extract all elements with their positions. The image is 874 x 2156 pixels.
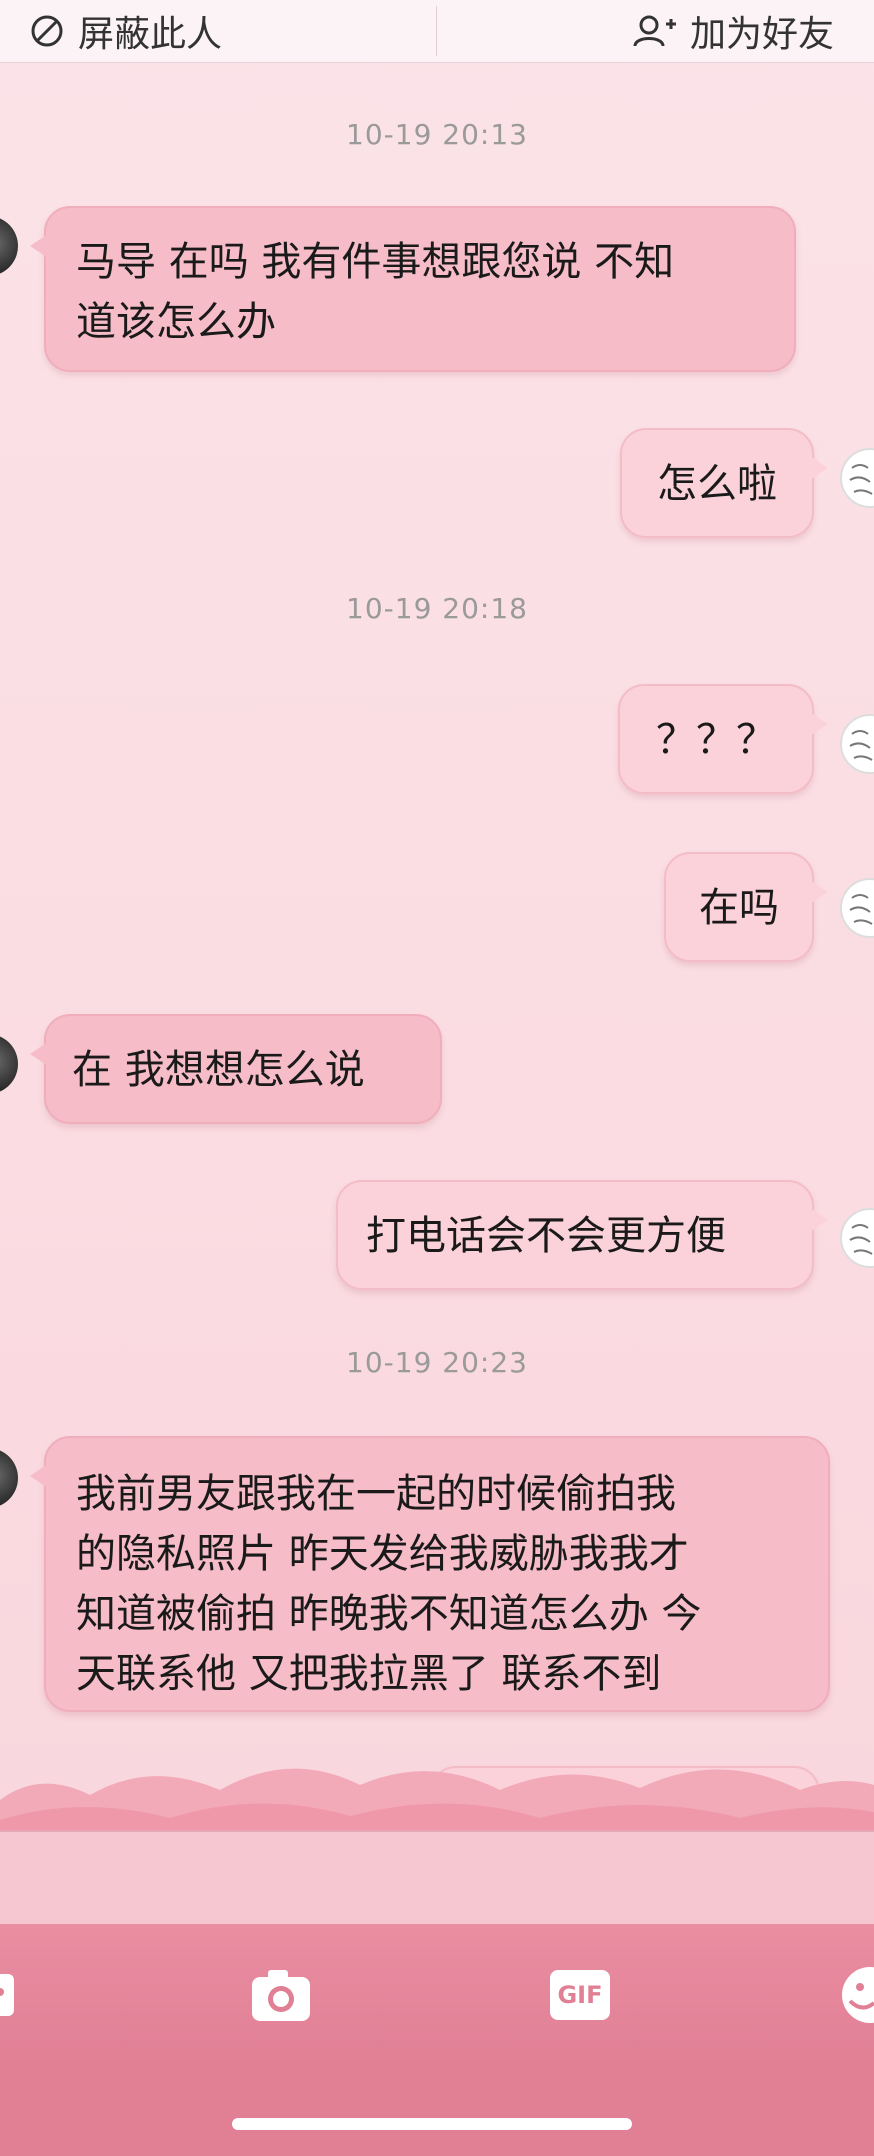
- camera-icon: [252, 1970, 310, 2021]
- add-friend-icon: [633, 15, 676, 47]
- input-toolbar: GIF: [0, 1924, 874, 2064]
- message-bubble-sent[interactable]: 打电话会不会更方便: [336, 1180, 828, 1290]
- my-avatar[interactable]: [840, 714, 874, 774]
- smiley-button[interactable]: [840, 1966, 874, 2024]
- message-text: 打电话会不会更方便: [366, 1213, 726, 1259]
- message-text: 在吗: [699, 885, 779, 931]
- message-text: ？？？: [656, 717, 776, 763]
- timestamp: 10-19 20:13: [346, 118, 528, 151]
- add-friend-label: 加为好友: [689, 14, 834, 55]
- gif-label: GIF: [557, 1981, 603, 2009]
- timestamp: 10-19 20:18: [346, 592, 528, 625]
- top-bar-divider: [436, 6, 437, 56]
- message-text: 怎么啦: [657, 461, 777, 507]
- message-text: 我前男友跟我在一起的时候偷拍我 的隐私照片 昨天发给我威胁我我才 知道被偷拍 昨…: [76, 1471, 702, 1697]
- my-avatar[interactable]: [840, 1208, 874, 1268]
- bottom-safe-area: [0, 2064, 874, 2156]
- message-bubble-received[interactable]: 在 我想想怎么说: [30, 1014, 442, 1124]
- message-bubble-sent[interactable]: 怎么啦: [620, 428, 828, 538]
- message-bubble-received[interactable]: 马导 在吗 我有件事想跟您说 不知 道该怎么办: [30, 206, 796, 372]
- sketch-avatar-icon: [849, 464, 873, 495]
- message-input[interactable]: [0, 1830, 874, 1926]
- emoji-panel-icon: [0, 1974, 14, 2016]
- chat-screen: 屏蔽此人 加为好友 10-19 20:13 马导 在吗 我有件事想跟您说 不知 …: [0, 0, 874, 2156]
- message-text: 马导 在吗 我有件事想跟您说 不知 道该怎么办: [76, 239, 675, 345]
- block-user-label: 屏蔽此人: [78, 14, 223, 55]
- message-bubble-received[interactable]: 我前男友跟我在一起的时候偷拍我 的隐私照片 昨天发给我威胁我我才 知道被偷拍 昨…: [30, 1436, 830, 1712]
- message-bubble-sent[interactable]: ？？？: [618, 684, 828, 794]
- hills-decoration: [0, 1768, 874, 1840]
- block-icon: [31, 15, 63, 47]
- block-user-button[interactable]: 屏蔽此人: [30, 0, 222, 62]
- my-avatar[interactable]: [840, 878, 874, 938]
- contact-avatar[interactable]: [0, 1448, 18, 1508]
- contact-avatar[interactable]: [0, 216, 18, 276]
- camera-button[interactable]: [250, 1966, 312, 2024]
- gif-button[interactable]: GIF: [548, 1966, 612, 2024]
- smiley-icon: [842, 1967, 874, 2023]
- emoji-panel-button[interactable]: [0, 1966, 20, 2024]
- sketch-avatar-icon: [849, 1224, 873, 1255]
- my-avatar[interactable]: [840, 448, 874, 508]
- sketch-avatar-icon: [849, 730, 873, 761]
- add-friend-button[interactable]: 加为好友: [632, 0, 834, 62]
- top-action-bar: 屏蔽此人 加为好友: [0, 0, 874, 63]
- timestamp: 10-19 20:23: [346, 1346, 528, 1379]
- sketch-avatar-icon: [849, 894, 873, 925]
- home-indicator[interactable]: [232, 2118, 632, 2130]
- message-text: 在 我想想怎么说: [72, 1047, 365, 1093]
- contact-avatar[interactable]: [0, 1034, 18, 1094]
- message-bubble-sent[interactable]: 在吗: [664, 852, 828, 962]
